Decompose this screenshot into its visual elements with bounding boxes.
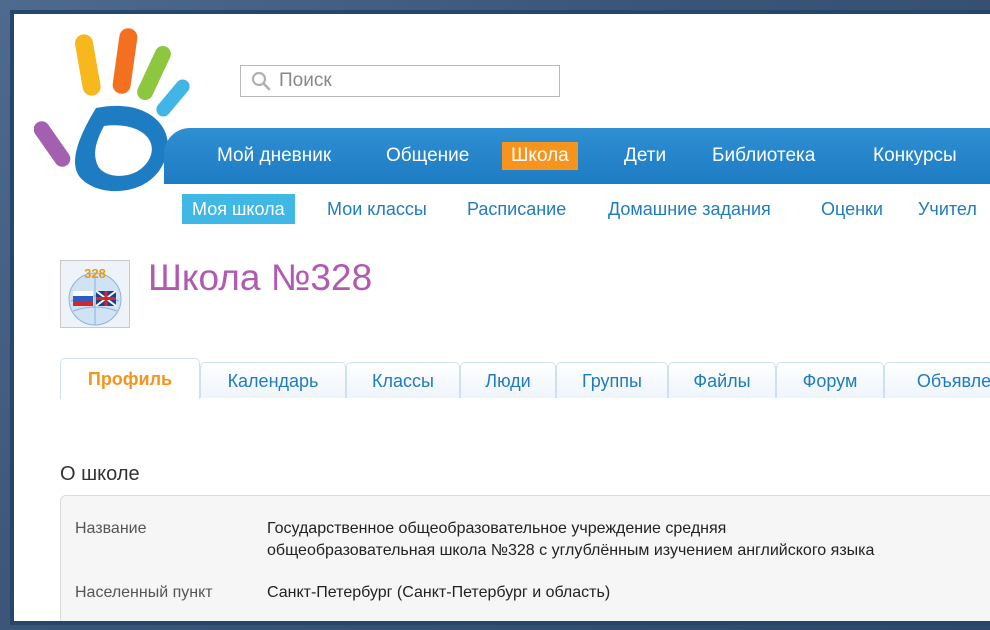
subnav-item-schedule[interactable]: Расписание (457, 194, 576, 224)
search-icon (251, 71, 271, 91)
school-emblem-number: 328 (84, 266, 106, 281)
tab-forum[interactable]: Форум (776, 362, 884, 398)
row-label-name: Название (75, 520, 147, 537)
section-heading-about: О школе (60, 463, 140, 485)
nav-item-my-diary[interactable]: Мой дневник (208, 142, 340, 170)
tab-people[interactable]: Люди (460, 362, 556, 398)
nav-item-communication[interactable]: Общение (377, 142, 478, 170)
nav-item-contests[interactable]: Конкурсы (864, 142, 966, 170)
subnav-item-my-classes[interactable]: Мои классы (317, 194, 437, 224)
browser-page: Мой дневник Общение Школа Дети Библиотек… (10, 10, 990, 625)
subnav-item-teachers[interactable]: Учител (908, 194, 987, 224)
row-value-name-line1: Государственное общеобразовательное учре… (267, 520, 727, 537)
about-info-box: Название Государственное общеобразовател… (60, 495, 990, 621)
tab-files[interactable]: Файлы (668, 362, 776, 398)
search-box[interactable] (240, 65, 560, 97)
nav-item-children[interactable]: Дети (615, 142, 675, 170)
tab-profile[interactable]: Профиль (60, 358, 200, 399)
subnav-item-grades[interactable]: Оценки (811, 194, 893, 224)
profile-tabs: Профиль Календарь Классы Люди Группы Фай… (60, 358, 990, 399)
main-nav: Мой дневник Общение Школа Дети Библиотек… (164, 128, 990, 184)
school-emblem-icon: 328 (60, 260, 130, 328)
search-input[interactable] (277, 69, 551, 93)
row-label-city: Населенный пункт (75, 584, 213, 601)
nav-item-school[interactable]: Школа (502, 142, 578, 170)
nav-item-library[interactable]: Библиотека (703, 142, 824, 170)
subnav-item-my-school[interactable]: Моя школа (182, 194, 295, 224)
row-value-name-line2: общеобразовательная школа №328 с углублё… (267, 542, 875, 559)
tab-classes[interactable]: Классы (346, 362, 460, 398)
tab-calendar[interactable]: Календарь (200, 362, 346, 398)
row-value-city: Санкт-Петербург (Санкт-Петербург и облас… (267, 584, 611, 601)
tab-announcements[interactable]: Объявле (884, 362, 990, 398)
tab-groups[interactable]: Группы (556, 362, 668, 398)
page-title: Школа №328 (148, 257, 373, 298)
subnav-item-homework[interactable]: Домашние задания (598, 194, 781, 224)
